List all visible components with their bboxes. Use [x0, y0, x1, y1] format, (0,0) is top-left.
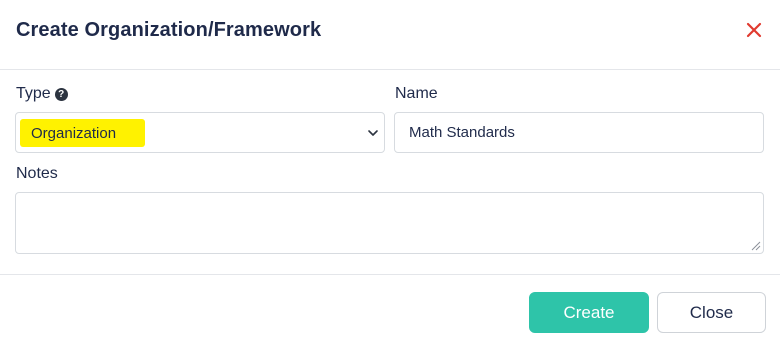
create-organization-dialog: Create Organization/Framework Type? Name… [0, 0, 780, 345]
resize-grip-icon[interactable] [749, 239, 761, 251]
close-icon[interactable] [742, 18, 766, 42]
footer-divider [0, 274, 780, 275]
name-label: Name [395, 85, 438, 102]
type-select[interactable]: Organization [15, 112, 385, 153]
question-circle-icon[interactable]: ? [54, 88, 68, 101]
create-button[interactable]: Create [529, 292, 649, 333]
dialog-header: Create Organization/Framework [0, 0, 780, 70]
chevron-down-icon [368, 130, 378, 136]
type-label: Type? [16, 85, 68, 103]
notes-label: Notes [16, 165, 58, 182]
dialog-title: Create Organization/Framework [16, 19, 322, 41]
type-label-text: Type [16, 85, 51, 102]
name-input[interactable] [394, 112, 764, 153]
type-select-value: Organization [31, 125, 117, 142]
close-button[interactable]: Close [657, 292, 766, 333]
notes-textarea[interactable] [15, 192, 764, 254]
